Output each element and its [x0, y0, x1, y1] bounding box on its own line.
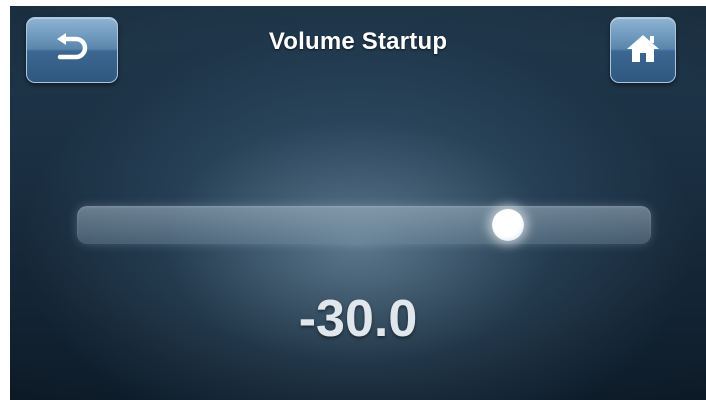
- home-icon: [626, 33, 660, 68]
- volume-slider[interactable]: [77, 206, 651, 244]
- slider-thumb[interactable]: [491, 209, 524, 241]
- home-button[interactable]: [610, 17, 676, 83]
- page-title: Volume Startup: [268, 28, 448, 55]
- volume-value: -30.0: [298, 290, 418, 348]
- volume-startup-screen: Volume Startup -30.0: [10, 6, 706, 400]
